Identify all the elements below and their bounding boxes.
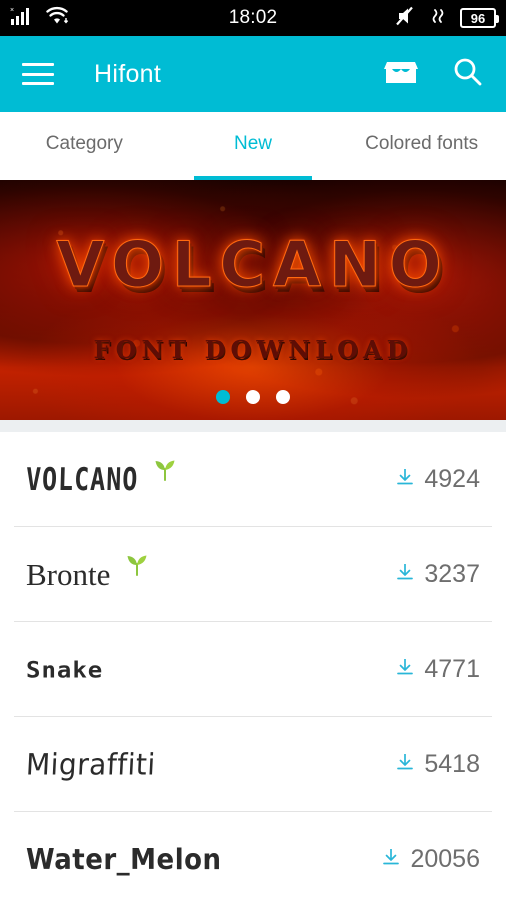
carousel-dot-2[interactable] [246, 390, 260, 404]
promo-banner[interactable]: VOLCANO FONT DOWNLOAD [0, 180, 506, 420]
font-list: VOLCANO 4924 Bronte 3237 Snake 4771 Migraffiti… [0, 432, 506, 900]
carousel-dots [0, 390, 506, 404]
status-bar: × 18:02 96 [0, 0, 506, 36]
download-count-group: 20056 [381, 845, 480, 874]
download-icon [395, 752, 415, 777]
download-count: 20056 [410, 845, 480, 873]
download-count-group: 4771 [395, 655, 480, 684]
status-bar-right-icons: 96 [396, 6, 499, 31]
download-count: 3237 [424, 560, 480, 588]
font-list-item[interactable]: Bronte 3237 [0, 527, 506, 622]
sprout-new-icon [124, 551, 150, 577]
hamburger-menu-icon[interactable] [22, 63, 54, 85]
tab-new[interactable]: New [169, 112, 338, 180]
font-name: VOLCANO [25, 461, 139, 498]
download-count: 4771 [424, 655, 480, 683]
banner-subtitle: FONT DOWNLOAD [93, 335, 413, 364]
download-count-group: 4924 [395, 465, 480, 494]
signal-bars-icon: × [10, 6, 32, 31]
font-name: Snake [26, 656, 104, 683]
svg-text:×: × [10, 7, 14, 14]
tab-colored-fonts[interactable]: Colored fonts [337, 112, 506, 180]
app-root: × 18:02 96 Hifont Category New Colored f… [0, 0, 506, 900]
list-separator-gap [0, 420, 506, 432]
tab-category[interactable]: Category [0, 112, 169, 180]
download-icon [395, 562, 415, 587]
banner-title: VOLCANO [56, 228, 450, 302]
carousel-dot-3[interactable] [276, 390, 290, 404]
font-list-item[interactable]: Migraffiti 5418 [0, 717, 506, 812]
download-count-group: 3237 [395, 560, 480, 589]
download-count-group: 5418 [395, 750, 480, 779]
font-list-item[interactable]: Water_Melon 20056 [0, 812, 506, 900]
battery-icon: 96 [460, 8, 499, 28]
app-bar: Hifont [0, 36, 506, 112]
tab-bar: Category New Colored fonts [0, 112, 506, 180]
download-count: 4924 [424, 465, 480, 493]
battery-level: 96 [470, 10, 486, 26]
sprout-new-icon [152, 456, 178, 482]
font-name: Migraffiti [25, 747, 157, 782]
search-icon[interactable] [452, 56, 484, 93]
page-title: Hifont [94, 59, 162, 88]
vibrate-icon [431, 6, 449, 31]
storefront-icon[interactable] [384, 56, 418, 93]
download-icon [395, 657, 415, 682]
download-icon [395, 467, 415, 492]
app-bar-actions [384, 56, 484, 93]
carousel-dot-1[interactable] [216, 390, 230, 404]
font-list-item[interactable]: Snake 4771 [0, 622, 506, 717]
status-bar-left-icons: × [10, 6, 72, 31]
font-list-item[interactable]: VOLCANO 4924 [0, 432, 506, 527]
font-name: Bronte [26, 556, 111, 592]
download-count: 5418 [424, 750, 480, 778]
mute-icon [396, 6, 420, 31]
font-name: Water_Melon [26, 843, 222, 876]
download-icon [381, 847, 401, 872]
wifi-icon [46, 6, 72, 31]
